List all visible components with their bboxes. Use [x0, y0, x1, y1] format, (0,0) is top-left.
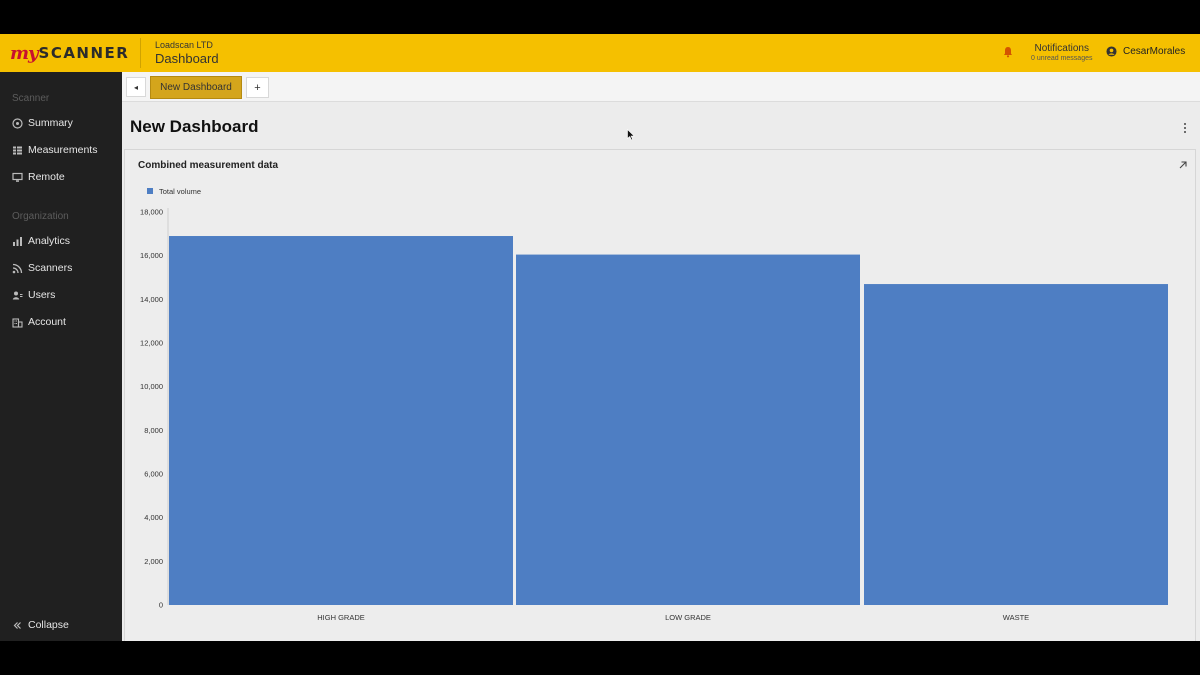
mouse-cursor-icon [627, 129, 635, 141]
sidebar-item-label: Measurements [28, 144, 98, 156]
building-icon [12, 317, 23, 328]
measurements-icon [13, 146, 22, 154]
sidebar-section-scanner: Scanner [12, 93, 50, 104]
logo-scanner-text: SCANNER [38, 44, 130, 62]
more-vertical-icon[interactable] [1183, 122, 1187, 134]
analytics-icon [13, 236, 22, 246]
collapse-button[interactable]: Collapse [12, 618, 69, 632]
summary-icon [12, 117, 23, 129]
notifications-button[interactable]: Notifications 0 unread messages [1002, 43, 1092, 62]
y-tick-label: 10,000 [140, 382, 163, 391]
x-tick-label: WASTE [1003, 613, 1029, 622]
page-title: New Dashboard [130, 117, 259, 136]
legend-swatch [147, 188, 153, 194]
sidebar-item-analytics[interactable]: Analytics [12, 234, 70, 248]
tabs-scroll-left-button[interactable]: ◂ [126, 77, 146, 97]
x-tick-label: LOW GRADE [665, 613, 711, 622]
bar [169, 236, 513, 605]
y-tick-label: 6,000 [144, 470, 163, 479]
add-tab-button[interactable]: + [246, 77, 269, 98]
sidebar-item-label: Summary [28, 117, 73, 129]
sidebar-item-label: Account [28, 316, 66, 328]
user-name: CesarMorales [1123, 46, 1186, 57]
y-tick-label: 18,000 [140, 208, 163, 217]
sidebar-item-measurements[interactable]: Measurements [12, 143, 97, 157]
double-chevron-left-icon [13, 621, 21, 629]
notifications-title: Notifications [1034, 43, 1089, 54]
sidebar-item-summary[interactable]: Summary [12, 116, 73, 130]
sidebar-item-label: Users [28, 289, 56, 301]
users-icon [12, 291, 23, 299]
sidebar: Scanner Summary Measurements Remote Orga… [0, 72, 122, 641]
top-bar: my SCANNER Loadscan LTD Dashboard Notifi… [0, 34, 1200, 72]
app-window: my SCANNER Loadscan LTD Dashboard Notifi… [0, 34, 1200, 641]
user-menu[interactable]: CesarMorales [1106, 46, 1185, 57]
company-name: Loadscan LTD [155, 40, 213, 50]
user-avatar-icon [1106, 46, 1117, 57]
sidebar-item-label: Analytics [28, 235, 71, 247]
rss-icon [12, 263, 23, 273]
y-tick-label: 4,000 [144, 513, 163, 522]
notifications-count: 0 unread messages [1031, 55, 1093, 62]
y-tick-label: 14,000 [140, 295, 163, 304]
bar-chart: Total volume 0 2,000 4,000 6,000 8,000 10,000 1… [140, 187, 1168, 622]
monitor-icon [12, 172, 23, 182]
y-tick-label: 8,000 [144, 426, 163, 435]
app-logo[interactable]: my SCANNER [10, 42, 130, 64]
sidebar-item-remote[interactable]: Remote [12, 170, 65, 184]
sidebar-item-label: Remote [28, 171, 65, 183]
bell-icon [1004, 47, 1012, 58]
bar [516, 254, 860, 605]
bar [864, 284, 1168, 605]
y-tick-label: 0 [159, 601, 163, 610]
y-tick-label: 12,000 [140, 339, 163, 348]
dashboard-tab-strip: ◂ New Dashboard + [122, 72, 1200, 102]
topbar-title: Dashboard [155, 51, 219, 66]
topbar-divider [140, 38, 141, 68]
y-tick-label: 2,000 [144, 557, 163, 566]
x-tick-label: HIGH GRADE [317, 613, 365, 622]
chart-card: Combined measurement data Total volume 0 2… [124, 149, 1196, 641]
sidebar-item-scanners[interactable]: Scanners [12, 261, 72, 275]
sidebar-section-organization: Organization [12, 211, 69, 222]
sidebar-item-users[interactable]: Users [12, 288, 55, 302]
legend-label: Total volume [159, 187, 201, 196]
collapse-label: Collapse [28, 619, 69, 631]
y-tick-label: 16,000 [140, 251, 163, 260]
sidebar-item-account[interactable]: Account [12, 315, 66, 329]
tab-new-dashboard[interactable]: New Dashboard [150, 76, 242, 99]
sidebar-item-label: Scanners [28, 262, 73, 274]
logo-my-text: my [10, 42, 38, 64]
